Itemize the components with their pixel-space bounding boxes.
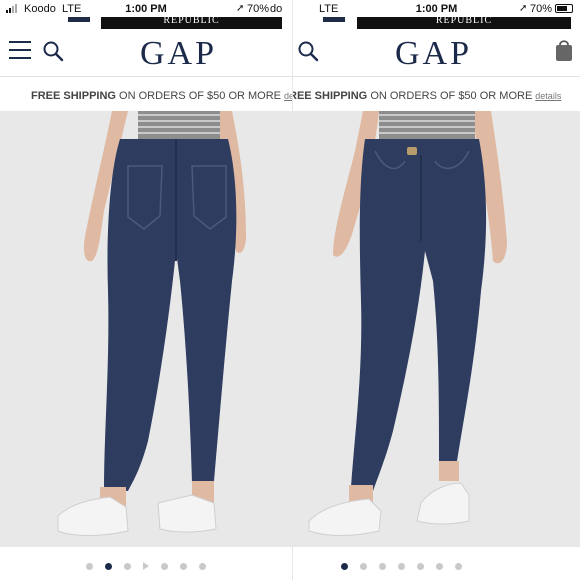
brand-strip[interactable]: REPUBLIC — [101, 17, 282, 29]
carousel-dot[interactable] — [436, 562, 443, 570]
carousel-dot[interactable] — [124, 562, 131, 570]
carousel-dot[interactable] — [398, 562, 405, 570]
carousel-dot-active[interactable] — [341, 562, 348, 570]
gap-logo[interactable]: GAP — [140, 35, 217, 73]
carousel-dot[interactable] — [360, 562, 367, 570]
search-icon[interactable] — [297, 40, 319, 62]
carousel-dot[interactable] — [199, 562, 206, 570]
hamburger-menu-icon[interactable] — [9, 41, 31, 59]
shipping-bold: FREE SHIPPING — [31, 90, 116, 102]
product-image-front[interactable] — [293, 111, 580, 547]
shipping-details-link[interactable]: details — [284, 91, 292, 101]
screen-left: Koodo LTE 1:00 PM ➚ 70% do REPUBLIC GAP … — [0, 0, 292, 580]
shopping-bag-icon[interactable] — [555, 38, 573, 62]
screen-right: LTE 1:00 PM ➚ 70% REPUBLIC GAP REE SHIPP… — [292, 0, 580, 580]
battery-percent: 70% — [247, 3, 270, 15]
battery-icon — [555, 4, 573, 13]
location-arrow-icon: ➚ — [519, 3, 528, 14]
site-header: GAP — [0, 29, 292, 77]
carousel-dot[interactable] — [161, 562, 168, 570]
battery-percent: 70% — [530, 3, 553, 15]
brand-strip[interactable]: REPUBLIC — [357, 17, 571, 29]
gap-logo[interactable]: GAP — [395, 35, 472, 73]
carousel-dots — [86, 561, 206, 571]
top-tab-indicator — [68, 17, 90, 22]
battery-suffix: do — [270, 3, 283, 15]
product-image-back[interactable] — [0, 111, 292, 547]
carousel-dot[interactable] — [417, 562, 424, 570]
top-tab-indicator — [323, 17, 345, 22]
shipping-text: ON ORDERS OF $50 OR MORE — [119, 90, 282, 102]
carousel-dot[interactable] — [455, 562, 462, 570]
location-arrow-icon: ➚ — [236, 3, 245, 14]
shipping-bold: REE SHIPPING — [292, 90, 368, 102]
shipping-details-link[interactable]: details — [535, 91, 561, 101]
status-bar: LTE 1:00 PM ➚ 70% — [293, 0, 580, 18]
carousel-dot[interactable] — [180, 562, 187, 570]
carousel-dot-active[interactable] — [105, 562, 112, 570]
carousel-dot[interactable] — [379, 562, 386, 570]
shipping-banner: REE SHIPPING ON ORDERS OF $50 OR MORE det… — [292, 86, 561, 106]
status-bar: Koodo LTE 1:00 PM ➚ 70% do — [0, 0, 292, 18]
shipping-banner: FREE SHIPPING ON ORDERS OF $50 OR MORE de… — [31, 86, 292, 106]
video-play-icon[interactable] — [143, 562, 149, 570]
site-header: GAP — [293, 29, 580, 77]
shipping-text: ON ORDERS OF $50 OR MORE — [370, 90, 533, 102]
search-icon[interactable] — [42, 40, 64, 62]
carousel-dots — [341, 561, 462, 571]
carousel-dot[interactable] — [86, 562, 93, 570]
jeans-button — [407, 147, 417, 155]
